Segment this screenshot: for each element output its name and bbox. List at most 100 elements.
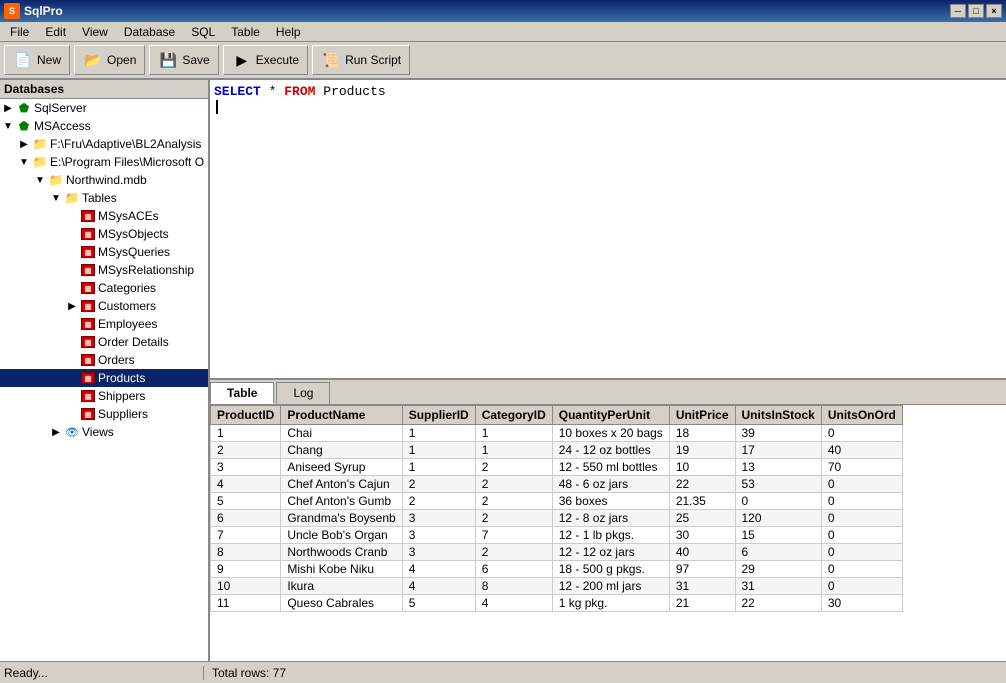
tree-item-orders[interactable]: ▦Orders bbox=[0, 351, 208, 369]
app-icon: S bbox=[4, 3, 20, 19]
table-cell: 2 bbox=[402, 493, 475, 510]
table-cell: 0 bbox=[821, 527, 902, 544]
maximize-button[interactable]: □ bbox=[968, 4, 984, 18]
tree-item-orderdetails[interactable]: ▦Order Details bbox=[0, 333, 208, 351]
tab-bar[interactable]: Table Log bbox=[210, 380, 1006, 405]
tree-item-msysqueries[interactable]: ▦MSysQueries bbox=[0, 243, 208, 261]
new-button[interactable]: 📄New bbox=[4, 45, 70, 75]
tree-item-categories[interactable]: ▦Categories bbox=[0, 279, 208, 297]
tab-log[interactable]: Log bbox=[276, 382, 330, 404]
tree-item-tables[interactable]: ▼📁Tables bbox=[0, 189, 208, 207]
table-row[interactable]: 5Chef Anton's Gumb2236 boxes21.3500 bbox=[211, 493, 903, 510]
close-button[interactable]: × bbox=[986, 4, 1002, 18]
expand-icon[interactable]: ▶ bbox=[64, 298, 80, 314]
table-row[interactable]: 7Uncle Bob's Organ3712 - 1 lb pkgs.30150 bbox=[211, 527, 903, 544]
table-cell: 120 bbox=[735, 510, 821, 527]
sidebar[interactable]: Databases ▶⬟SqlServer▼⬟MSAccess▶📁F:\Fru\… bbox=[0, 80, 210, 661]
table-cell: 1 bbox=[402, 425, 475, 442]
status-ready: Ready... bbox=[4, 666, 204, 680]
tree-item-msysaces[interactable]: ▦MSysACEs bbox=[0, 207, 208, 225]
tree-item-suppliers[interactable]: ▦Suppliers bbox=[0, 405, 208, 423]
execute-button[interactable]: ▶Execute bbox=[223, 45, 308, 75]
table-row[interactable]: 8Northwoods Cranb3212 - 12 oz jars4060 bbox=[211, 544, 903, 561]
table-cell: Chef Anton's Cajun bbox=[281, 476, 402, 493]
table-cell: 31 bbox=[669, 578, 735, 595]
tree-item-msaccess[interactable]: ▼⬟MSAccess bbox=[0, 117, 208, 135]
tree-label: Suppliers bbox=[98, 407, 148, 421]
tree-label: Products bbox=[98, 371, 145, 385]
table-row[interactable]: 1Chai1110 boxes x 20 bags18390 bbox=[211, 425, 903, 442]
table-row[interactable]: 11Queso Cabrales541 kg pkg.212230 bbox=[211, 595, 903, 612]
table-cell: Chai bbox=[281, 425, 402, 442]
tree-item-fru[interactable]: ▶📁F:\Fru\Adaptive\BL2Analysis bbox=[0, 135, 208, 153]
tree-item-views[interactable]: ▶👁Views bbox=[0, 423, 208, 441]
table-cell: 12 - 550 ml bottles bbox=[552, 459, 669, 476]
expand-icon[interactable]: ▼ bbox=[32, 172, 48, 188]
tree-label: Northwind.mdb bbox=[66, 173, 147, 187]
expand-icon[interactable]: ▶ bbox=[16, 136, 32, 152]
table-cell: 22 bbox=[669, 476, 735, 493]
expand-icon[interactable]: ▼ bbox=[16, 154, 32, 170]
table-cell: 21 bbox=[669, 595, 735, 612]
table-row[interactable]: 10Ikura4812 - 200 ml jars31310 bbox=[211, 578, 903, 595]
tree-item-msysrelationship[interactable]: ▦MSysRelationship bbox=[0, 261, 208, 279]
open-button[interactable]: 📂Open bbox=[74, 45, 145, 75]
table-icon: ▦ bbox=[80, 406, 96, 422]
window-controls[interactable]: ─ □ × bbox=[950, 4, 1002, 18]
table-row[interactable]: 2Chang1124 - 12 oz bottles191740 bbox=[211, 442, 903, 459]
tree-item-eprog[interactable]: ▼📁E:\Program Files\Microsoft O bbox=[0, 153, 208, 171]
expand-icon[interactable]: ▶ bbox=[0, 100, 16, 116]
table-cell: 1 bbox=[402, 442, 475, 459]
table-cell: 97 bbox=[669, 561, 735, 578]
table-cell: 0 bbox=[821, 561, 902, 578]
table-cell: 3 bbox=[211, 459, 281, 476]
menu-item-help[interactable]: Help bbox=[268, 23, 309, 41]
tab-table[interactable]: Table bbox=[210, 382, 274, 404]
sql-editor[interactable]: SELECT * FROM Products bbox=[210, 80, 1006, 380]
table-cell: Ikura bbox=[281, 578, 402, 595]
database-tree[interactable]: ▶⬟SqlServer▼⬟MSAccess▶📁F:\Fru\Adaptive\B… bbox=[0, 99, 208, 441]
views-icon: 👁 bbox=[64, 424, 80, 440]
table-icon: ▦ bbox=[80, 298, 96, 314]
menu-item-file[interactable]: File bbox=[2, 23, 37, 41]
table-icon: ▦ bbox=[80, 316, 96, 332]
menu-item-edit[interactable]: Edit bbox=[37, 23, 74, 41]
col-header-supplierid: SupplierID bbox=[402, 406, 475, 425]
tree-item-msysobjects[interactable]: ▦MSysObjects bbox=[0, 225, 208, 243]
run script-button[interactable]: 📜Run Script bbox=[312, 45, 410, 75]
table-cell: 7 bbox=[475, 527, 552, 544]
expand-icon[interactable]: ▶ bbox=[48, 424, 64, 440]
table-cell: 1 bbox=[211, 425, 281, 442]
table-row[interactable]: 6Grandma's Boysenb3212 - 8 oz jars251200 bbox=[211, 510, 903, 527]
tree-item-shippers[interactable]: ▦Shippers bbox=[0, 387, 208, 405]
tree-item-products[interactable]: ▦Products bbox=[0, 369, 208, 387]
tree-item-employees[interactable]: ▦Employees bbox=[0, 315, 208, 333]
menu-item-table[interactable]: Table bbox=[223, 23, 268, 41]
table-cell: 15 bbox=[735, 527, 821, 544]
expand-icon[interactable]: ▼ bbox=[48, 190, 64, 206]
expand-icon[interactable]: ▼ bbox=[0, 118, 16, 134]
tree-label: E:\Program Files\Microsoft O bbox=[50, 155, 204, 169]
table-cell: 18 - 500 g pkgs. bbox=[552, 561, 669, 578]
tree-item-northwind[interactable]: ▼📁Northwind.mdb bbox=[0, 171, 208, 189]
table-cell: 31 bbox=[735, 578, 821, 595]
data-panel[interactable]: ProductIDProductNameSupplierIDCategoryID… bbox=[210, 405, 1006, 661]
menu-item-view[interactable]: View bbox=[74, 23, 116, 41]
table-row[interactable]: 9Mishi Kobe Niku4618 - 500 g pkgs.97290 bbox=[211, 561, 903, 578]
tree-item-customers[interactable]: ▶▦Customers bbox=[0, 297, 208, 315]
table-row[interactable]: 4Chef Anton's Cajun2248 - 6 oz jars22530 bbox=[211, 476, 903, 493]
table-icon: ▦ bbox=[80, 334, 96, 350]
menu-item-sql[interactable]: SQL bbox=[183, 23, 223, 41]
save-button[interactable]: 💾Save bbox=[149, 45, 218, 75]
table-cell: 39 bbox=[735, 425, 821, 442]
table-cell: 6 bbox=[211, 510, 281, 527]
minimize-button[interactable]: ─ bbox=[950, 4, 966, 18]
tree-item-sqlserver[interactable]: ▶⬟SqlServer bbox=[0, 99, 208, 117]
table-row[interactable]: 3Aniseed Syrup1212 - 550 ml bottles10137… bbox=[211, 459, 903, 476]
table-cell: 13 bbox=[735, 459, 821, 476]
menu-item-database[interactable]: Database bbox=[116, 23, 183, 41]
table-cell: Uncle Bob's Organ bbox=[281, 527, 402, 544]
table-cell: 19 bbox=[669, 442, 735, 459]
col-header-quantityperunit: QuantityPerUnit bbox=[552, 406, 669, 425]
table-cell: 12 - 12 oz jars bbox=[552, 544, 669, 561]
